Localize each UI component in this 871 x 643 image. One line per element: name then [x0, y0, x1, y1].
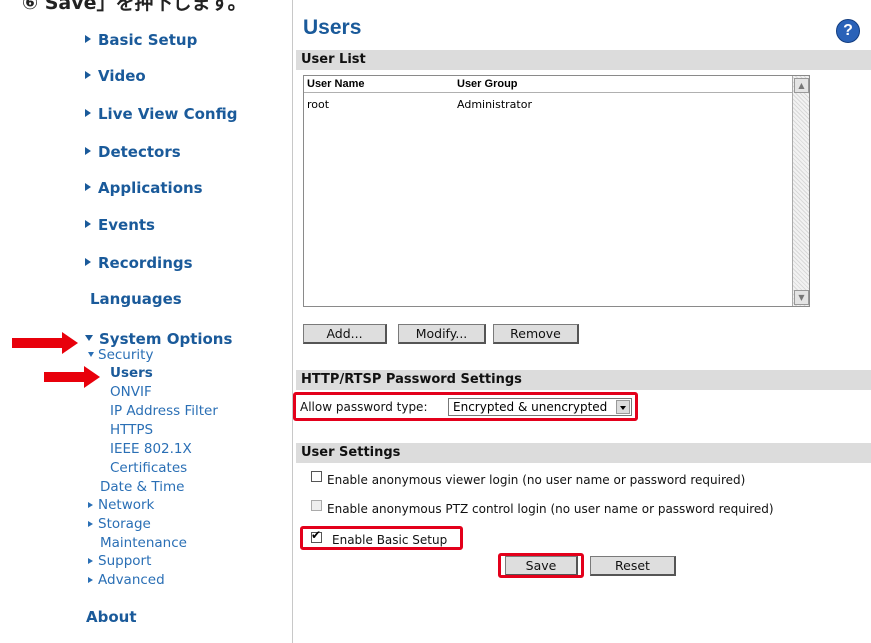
nav-ieee-8021x[interactable]: IEEE 802.1X [110, 441, 192, 457]
triangle-right-icon [85, 258, 91, 266]
triangle-right-icon [85, 109, 91, 117]
basic-setup-checkbox[interactable]: ✔ [311, 528, 322, 543]
nav-detectors[interactable]: Detectors [85, 143, 181, 161]
nav-security[interactable]: Security [88, 347, 153, 363]
password-type-value: Encrypted & unencrypted [453, 400, 608, 414]
nav-ip-address-filter[interactable]: IP Address Filter [110, 403, 218, 419]
remove-button[interactable]: Remove [493, 324, 579, 344]
anon-ptz-checkbox[interactable] [311, 500, 322, 511]
cell-user-name: root [307, 98, 330, 111]
scroll-up-icon[interactable]: ▲ [794, 78, 809, 93]
nav-maintenance[interactable]: Maintenance [100, 535, 187, 551]
nav-onvif[interactable]: ONVIF [110, 384, 152, 400]
nav-languages[interactable]: Languages [90, 290, 182, 308]
nav-date-time[interactable]: Date & Time [100, 479, 184, 495]
scroll-down-icon[interactable]: ▼ [794, 290, 809, 305]
user-list-scrollbar[interactable]: ▲ ▼ [792, 76, 809, 306]
nav-label: System Options [99, 330, 233, 348]
anon-viewer-label: Enable anonymous viewer login (no user n… [327, 473, 746, 487]
reset-button[interactable]: Reset [590, 556, 676, 576]
anon-ptz-label: Enable anonymous PTZ control login (no u… [327, 502, 774, 516]
checkmark-icon: ✔ [311, 528, 322, 542]
nav-label: Live View Config [98, 105, 238, 123]
modify-button[interactable]: Modify... [398, 324, 486, 344]
basic-setup-label: Enable Basic Setup [332, 533, 448, 547]
triangle-right-icon [85, 220, 91, 228]
nav-recordings[interactable]: Recordings [85, 254, 193, 272]
nav-about[interactable]: About [86, 608, 137, 626]
section-user-list: User List [296, 50, 871, 70]
triangle-down-icon [88, 352, 94, 357]
save-button[interactable]: Save [505, 556, 578, 576]
triangle-right-icon [88, 502, 93, 508]
nav-advanced[interactable]: Advanced [88, 572, 165, 588]
nav-basic-setup[interactable]: Basic Setup [85, 31, 197, 49]
column-user-group: User Group [457, 78, 518, 90]
triangle-right-icon [85, 71, 91, 79]
nav-support[interactable]: Support [88, 553, 151, 569]
triangle-right-icon [85, 147, 91, 155]
nav-label: Storage [98, 516, 151, 532]
password-type-label: Allow password type: [300, 400, 428, 414]
cell-user-group: Administrator [457, 98, 532, 111]
nav-label: Detectors [98, 143, 181, 161]
nav-label: Events [98, 216, 155, 234]
triangle-right-icon [88, 521, 93, 527]
nav-applications[interactable]: Applications [85, 179, 203, 197]
nav-label: Basic Setup [98, 31, 198, 49]
help-icon[interactable]: ? [836, 19, 860, 43]
nav-label: Applications [98, 179, 203, 197]
nav-system-options[interactable]: System Options [85, 330, 232, 348]
nav-video[interactable]: Video [85, 67, 146, 85]
password-type-select[interactable]: Encrypted & unencrypted [448, 398, 632, 416]
nav-certificates[interactable]: Certificates [110, 460, 187, 476]
triangle-right-icon [85, 35, 91, 43]
anon-viewer-checkbox[interactable] [311, 471, 322, 482]
user-list-table[interactable]: User Name User Group root Administrator … [303, 75, 810, 307]
page-title: Users [303, 16, 362, 39]
nav-events[interactable]: Events [85, 216, 155, 234]
column-user-name: User Name [307, 78, 365, 90]
nav-label: Recordings [98, 254, 193, 272]
nav-users[interactable]: Users [110, 365, 153, 381]
nav-https[interactable]: HTTPS [110, 422, 153, 438]
section-user-settings: User Settings [296, 443, 871, 463]
nav-live-view-config[interactable]: Live View Config [85, 105, 237, 123]
triangle-right-icon [88, 558, 93, 564]
add-button[interactable]: Add... [303, 324, 387, 344]
nav-storage[interactable]: Storage [88, 516, 151, 532]
nav-label: Support [98, 553, 152, 569]
nav-label: Video [98, 67, 146, 85]
nav-network[interactable]: Network [88, 497, 154, 513]
user-list-header: User Name User Group [304, 76, 792, 93]
triangle-right-icon [85, 183, 91, 191]
chevron-down-icon[interactable] [616, 400, 630, 414]
nav-label: Security [98, 347, 154, 363]
section-password-settings: HTTP/RTSP Password Settings [296, 370, 871, 390]
triangle-right-icon [88, 577, 93, 583]
triangle-down-icon [85, 335, 93, 341]
nav-label: Network [98, 497, 155, 513]
nav-label: Advanced [98, 572, 165, 588]
